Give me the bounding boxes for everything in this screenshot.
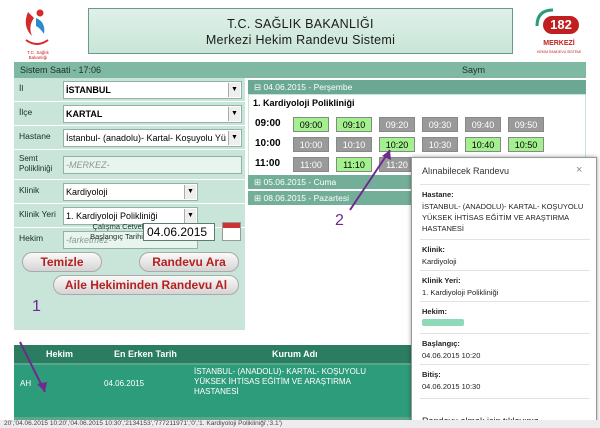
popup-doctor-redacted	[422, 319, 464, 326]
appointment-popup: Alınabilecek Randevu × Hastane: İSTANBUL…	[411, 157, 597, 428]
popup-clinic-location: 1. Kardiyoloji Polikliniği	[422, 288, 499, 297]
popup-end: 04.06.2015 10:30	[422, 382, 481, 391]
status-bar: 20','04.06.2015 10:20','04.06.2015 10:30…	[0, 420, 600, 428]
popup-clinic: Kardiyoloji	[422, 257, 457, 266]
popup-start: 04.06.2015 10:20	[422, 351, 481, 360]
close-icon[interactable]: ×	[576, 164, 582, 176]
popup-hospital: İSTANBUL- (ANADOLU)- KARTAL- KOŞUYOLU YÜ…	[422, 202, 584, 233]
popup-title: Alınabilecek Randevu	[422, 166, 510, 176]
